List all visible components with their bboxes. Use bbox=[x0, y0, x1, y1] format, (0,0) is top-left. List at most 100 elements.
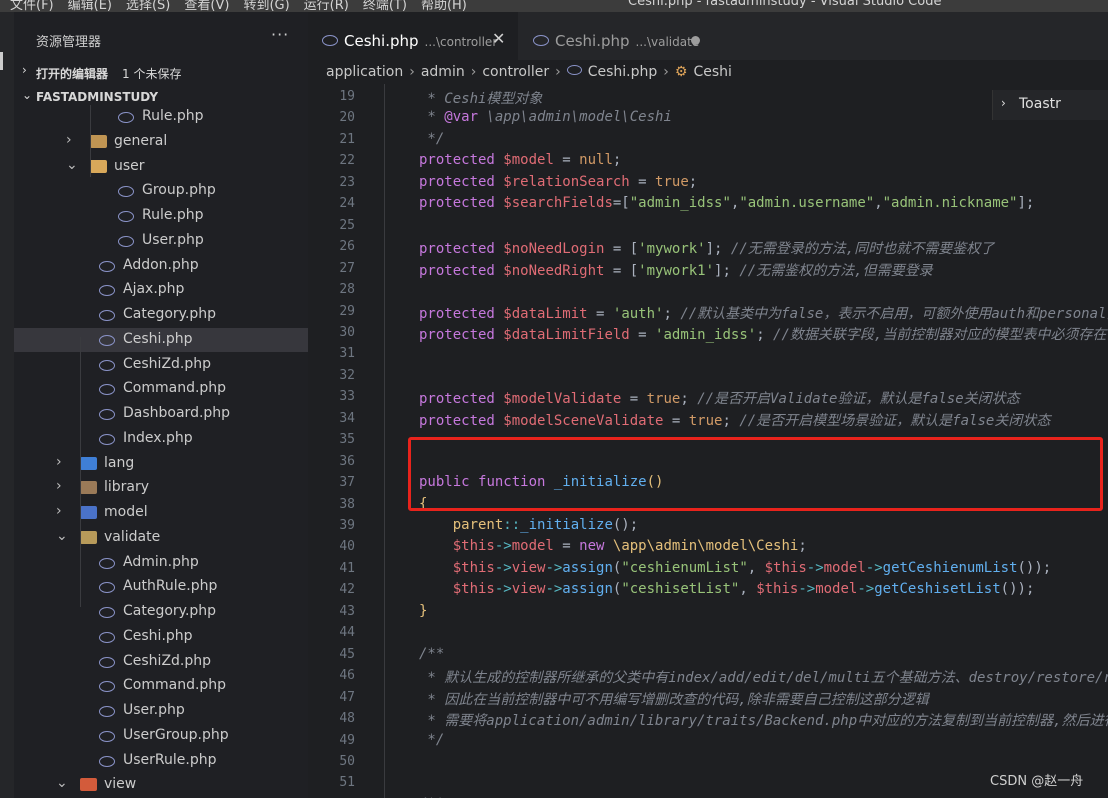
code-token: */ bbox=[419, 731, 445, 748]
code-token: $relationSearch bbox=[503, 173, 630, 190]
tree-item[interactable]: UserRule.php bbox=[14, 749, 308, 773]
code-line: protected $modelValidate = true; //是否开启V… bbox=[419, 388, 1020, 408]
tree-item[interactable]: CeshiZd.php bbox=[14, 353, 308, 377]
tree-item-label: model bbox=[104, 504, 148, 520]
tab-ceshi-controller[interactable]: Ceshi.php ...\controller ✕ bbox=[308, 12, 518, 60]
close-icon[interactable]: ✕ bbox=[492, 29, 505, 48]
tree-item[interactable]: ⌄ validate bbox=[14, 526, 308, 550]
activity-bar bbox=[0, 12, 14, 798]
tree-item[interactable]: Ceshi.php bbox=[14, 327, 308, 352]
tree-item[interactable]: Ajax.php bbox=[14, 278, 308, 302]
php-icon bbox=[118, 112, 134, 123]
outline-peek-toastr[interactable]: › Toastr bbox=[992, 90, 1108, 120]
menu-item[interactable]: 编辑(E) bbox=[68, 0, 112, 12]
tree-item[interactable]: Rule.php bbox=[14, 105, 308, 129]
view-folder-icon bbox=[80, 778, 97, 792]
tree-item[interactable]: Addon.php bbox=[14, 254, 308, 278]
line-number: 31 bbox=[339, 346, 355, 362]
breadcrumb-controller[interactable]: controller bbox=[482, 64, 549, 80]
open-editors-section[interactable]: › 打开的编辑器 1 个未保存 bbox=[14, 60, 308, 84]
more-actions-icon[interactable]: ··· bbox=[271, 25, 289, 44]
chevron-down-icon: ⌄ bbox=[22, 88, 33, 102]
code-token: ; bbox=[798, 538, 807, 555]
tree-item[interactable]: Command.php bbox=[14, 674, 308, 698]
tree-item[interactable]: User.php bbox=[14, 699, 308, 723]
menu-item[interactable]: 帮助(H) bbox=[421, 0, 467, 12]
line-number: 29 bbox=[339, 303, 355, 319]
tree-item[interactable]: › general bbox=[14, 130, 308, 154]
line-number: 22 bbox=[339, 153, 355, 169]
code-token: assign bbox=[562, 581, 613, 598]
line-number: 47 bbox=[339, 689, 355, 705]
menu-item[interactable]: 转到(G) bbox=[243, 0, 289, 12]
menu-item[interactable]: 选择(S) bbox=[126, 0, 170, 12]
php-icon bbox=[99, 582, 115, 594]
outline-label: Toastr bbox=[1019, 96, 1061, 112]
code-token: $searchFields bbox=[503, 195, 613, 212]
breadcrumb-file[interactable]: Ceshi.php bbox=[588, 64, 658, 80]
tree-item[interactable]: Rule.php bbox=[14, 204, 308, 228]
breadcrumb-admin[interactable]: admin bbox=[421, 64, 465, 80]
menu-item[interactable]: 文件(F) bbox=[10, 0, 54, 12]
tree-item[interactable]: ⌄ user bbox=[14, 155, 308, 179]
menu-item[interactable]: 查看(V) bbox=[184, 0, 229, 12]
tree-item-label: Admin.php bbox=[123, 553, 199, 570]
breadcrumb-class[interactable]: Ceshi bbox=[693, 64, 731, 80]
tree-item[interactable]: ⌄ view bbox=[14, 773, 308, 797]
line-number: 21 bbox=[339, 131, 355, 147]
code-token: true bbox=[655, 173, 689, 190]
code-token: = bbox=[553, 152, 580, 169]
code-token: = bbox=[621, 391, 647, 408]
tree-item[interactable]: Ceshi.php bbox=[14, 625, 308, 649]
explorer-activity-indicator[interactable] bbox=[0, 52, 3, 70]
tree-item-label: Command.php bbox=[123, 380, 227, 397]
menu-item[interactable]: 运行(R) bbox=[304, 0, 349, 12]
code-token: -> bbox=[545, 581, 563, 598]
code-line: $this->view->assign("ceshienumList", $th… bbox=[419, 559, 1052, 576]
php-icon bbox=[99, 631, 115, 643]
code-line: protected $noNeedRight = ['mywork1']; //… bbox=[419, 260, 933, 280]
code-line: protected $dataLimitField = 'admin_idss'… bbox=[419, 324, 1108, 344]
code-line: /** bbox=[419, 646, 444, 662]
line-number: 44 bbox=[339, 625, 355, 641]
tree-item[interactable]: Group.php bbox=[14, 179, 308, 203]
tree-item[interactable]: UserGroup.php bbox=[14, 724, 308, 748]
tree-item[interactable]: Category.php bbox=[14, 303, 308, 327]
code-token: ()); bbox=[1000, 581, 1035, 598]
tree-item[interactable]: › library bbox=[14, 476, 308, 500]
code-token: \app\admin\model\Ceshi bbox=[612, 538, 799, 555]
tree-item-label: UserGroup.php bbox=[123, 726, 229, 743]
tree-item[interactable]: Command.php bbox=[14, 377, 308, 401]
tree-item[interactable]: › model bbox=[14, 501, 308, 525]
tree-item[interactable]: Index.php bbox=[14, 427, 308, 451]
code-token: * 需要将application/admin/library/traits/Ba… bbox=[419, 713, 1108, 730]
code-token: -> bbox=[857, 581, 875, 598]
code-editor[interactable]: 19 * Ceshi模型对象 20 * @var \app\admin\model… bbox=[308, 84, 1108, 798]
code-token: assign bbox=[562, 559, 613, 576]
breadcrumb-application[interactable]: application bbox=[326, 64, 403, 80]
tree-item[interactable]: AuthRule.php bbox=[14, 575, 308, 599]
code-token: -> bbox=[494, 581, 512, 598]
tree-item[interactable]: User.php bbox=[14, 229, 308, 253]
code-token: \app\admin\model\Ceshi bbox=[478, 109, 672, 126]
php-icon bbox=[99, 730, 115, 742]
tree-item[interactable]: Category.php bbox=[14, 600, 308, 624]
tree-item-label: general bbox=[114, 132, 168, 149]
tree-item[interactable]: CeshiZd.php bbox=[14, 650, 308, 674]
php-icon bbox=[99, 260, 115, 272]
code-token: * 默认生成的控制器所继承的父类中有index/add/edit/del/mul… bbox=[427, 670, 1108, 687]
code-token: getCeshisetList bbox=[874, 581, 1001, 598]
line-number: 35 bbox=[339, 432, 355, 448]
line-number: 38 bbox=[339, 496, 355, 512]
tree-item-label: lang bbox=[104, 454, 135, 471]
tree-item[interactable]: Dashboard.php bbox=[14, 402, 308, 426]
code-token: view bbox=[511, 581, 546, 598]
code-line: * @var \app\admin\model\Ceshi bbox=[419, 109, 672, 126]
tab-ceshi-validate[interactable]: Ceshi.php ...\validate bbox=[519, 12, 713, 60]
php-icon bbox=[99, 310, 115, 321]
code-token: = bbox=[587, 305, 613, 322]
tree-item[interactable]: Admin.php bbox=[14, 551, 308, 575]
menu-item[interactable]: 终端(T) bbox=[363, 0, 407, 12]
tree-item[interactable]: › lang bbox=[14, 452, 308, 476]
unsaved-dot-icon[interactable] bbox=[691, 36, 700, 45]
